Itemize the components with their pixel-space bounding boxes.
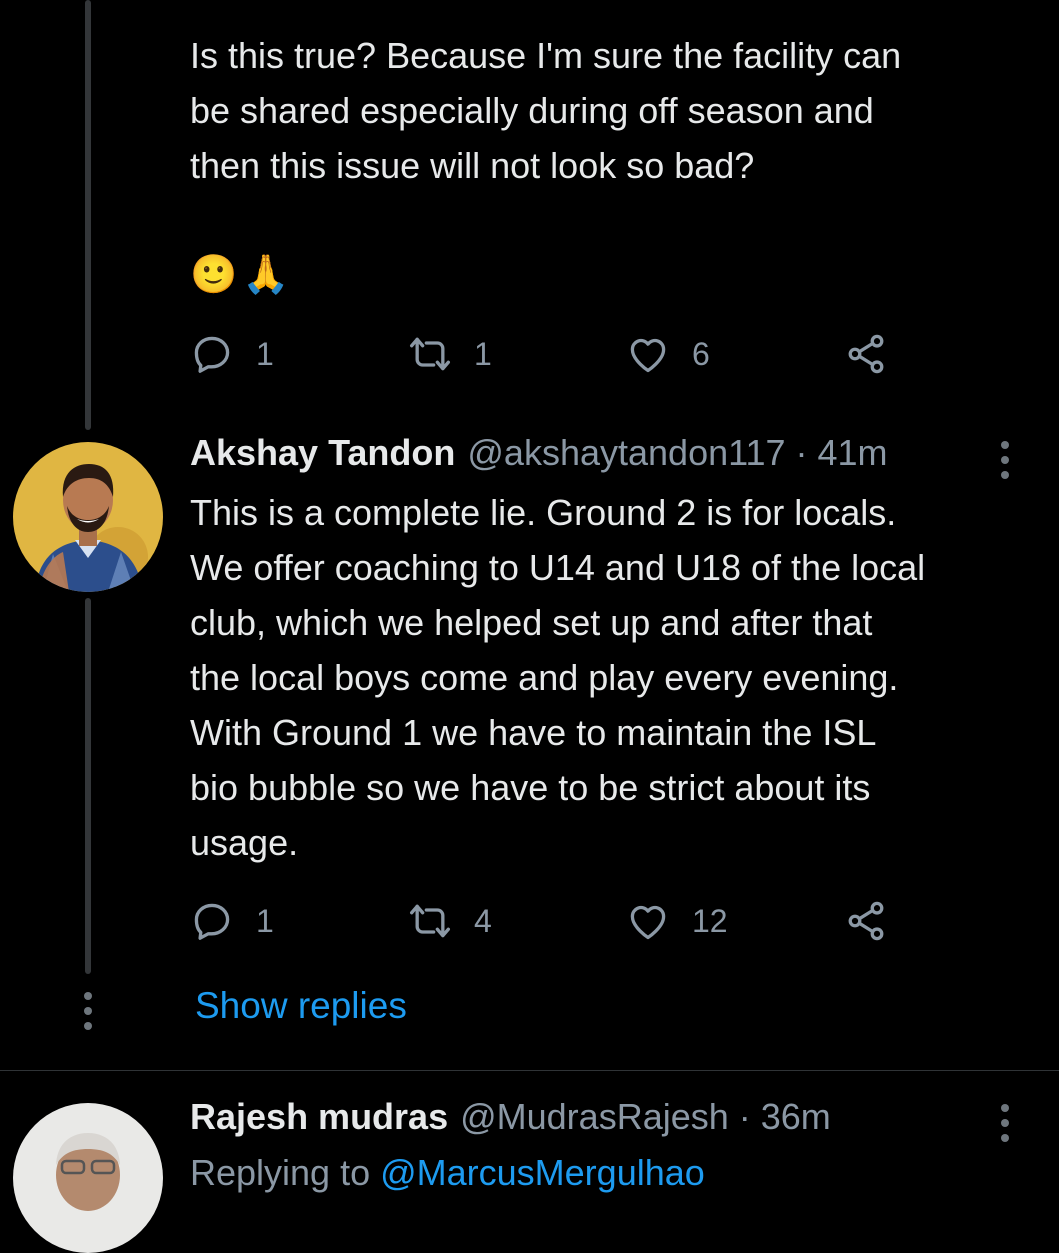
- like-count: 12: [692, 902, 728, 939]
- tweet-actions: 1 4 12: [190, 896, 910, 946]
- tweet-timestamp[interactable]: 36m: [761, 1096, 831, 1138]
- like-button[interactable]: 12: [626, 896, 728, 946]
- share-button[interactable]: [844, 896, 888, 946]
- thread-line: [85, 0, 91, 430]
- replying-prefix: Replying to: [190, 1152, 381, 1193]
- reply-icon: [194, 903, 230, 940]
- tweet-text: Is this true? Because I'm sure the facil…: [190, 35, 902, 186]
- replying-mention-link[interactable]: @MarcusMergulhao: [380, 1152, 705, 1193]
- tweet-header: Akshay Tandon @akshaytandon117 · 41m: [190, 432, 888, 482]
- avatar[interactable]: [13, 442, 163, 592]
- like-count: 6: [692, 335, 710, 372]
- tweet-header: Rajesh mudras @MudrasRajesh · 36m: [190, 1096, 831, 1146]
- author-name[interactable]: Akshay Tandon: [190, 432, 455, 474]
- retweet-icon: [410, 337, 450, 371]
- separator-dot: ·: [795, 432, 808, 473]
- like-icon: [630, 905, 666, 940]
- author-handle[interactable]: @MudrasRajesh: [460, 1096, 729, 1138]
- thread-more-icon[interactable]: [78, 992, 98, 1030]
- smile-emoji: 🙂: [190, 254, 238, 296]
- reply-icon: [194, 336, 230, 373]
- like-button[interactable]: 6: [626, 329, 710, 379]
- retweet-count: 4: [474, 902, 492, 939]
- retweet-button[interactable]: 1: [408, 329, 492, 379]
- like-icon: [630, 338, 666, 373]
- share-icon: [848, 334, 884, 374]
- author-name[interactable]: Rajesh mudras: [190, 1096, 448, 1138]
- thread-line: [85, 598, 91, 974]
- retweet-icon: [410, 904, 450, 938]
- reply-count: 1: [256, 902, 274, 939]
- divider: [0, 1070, 1059, 1071]
- profile-photo: [13, 1103, 163, 1253]
- pray-emoji: 🙏: [242, 254, 290, 296]
- author-handle[interactable]: @akshaytandon117: [467, 432, 785, 474]
- reply-button[interactable]: 1: [190, 329, 274, 379]
- tweet-timestamp[interactable]: 41m: [818, 432, 888, 474]
- show-replies-link[interactable]: Show replies: [195, 985, 407, 1027]
- replying-to: Replying to @MarcusMergulhao: [190, 1152, 705, 1194]
- more-icon[interactable]: [995, 1104, 1015, 1142]
- more-icon[interactable]: [995, 441, 1015, 479]
- tweet-actions: 1 1 6: [190, 329, 910, 379]
- share-icon: [848, 901, 884, 941]
- avatar[interactable]: [13, 1103, 163, 1253]
- profile-photo: [13, 442, 163, 592]
- reply-button[interactable]: 1: [190, 896, 274, 946]
- separator-dot: ·: [738, 1096, 751, 1137]
- retweet-button[interactable]: 4: [408, 896, 492, 946]
- share-button[interactable]: [844, 329, 888, 379]
- reply-count: 1: [256, 335, 274, 372]
- tweet-text: This is a complete lie. Ground 2 is for …: [190, 492, 926, 863]
- retweet-count: 1: [474, 335, 492, 372]
